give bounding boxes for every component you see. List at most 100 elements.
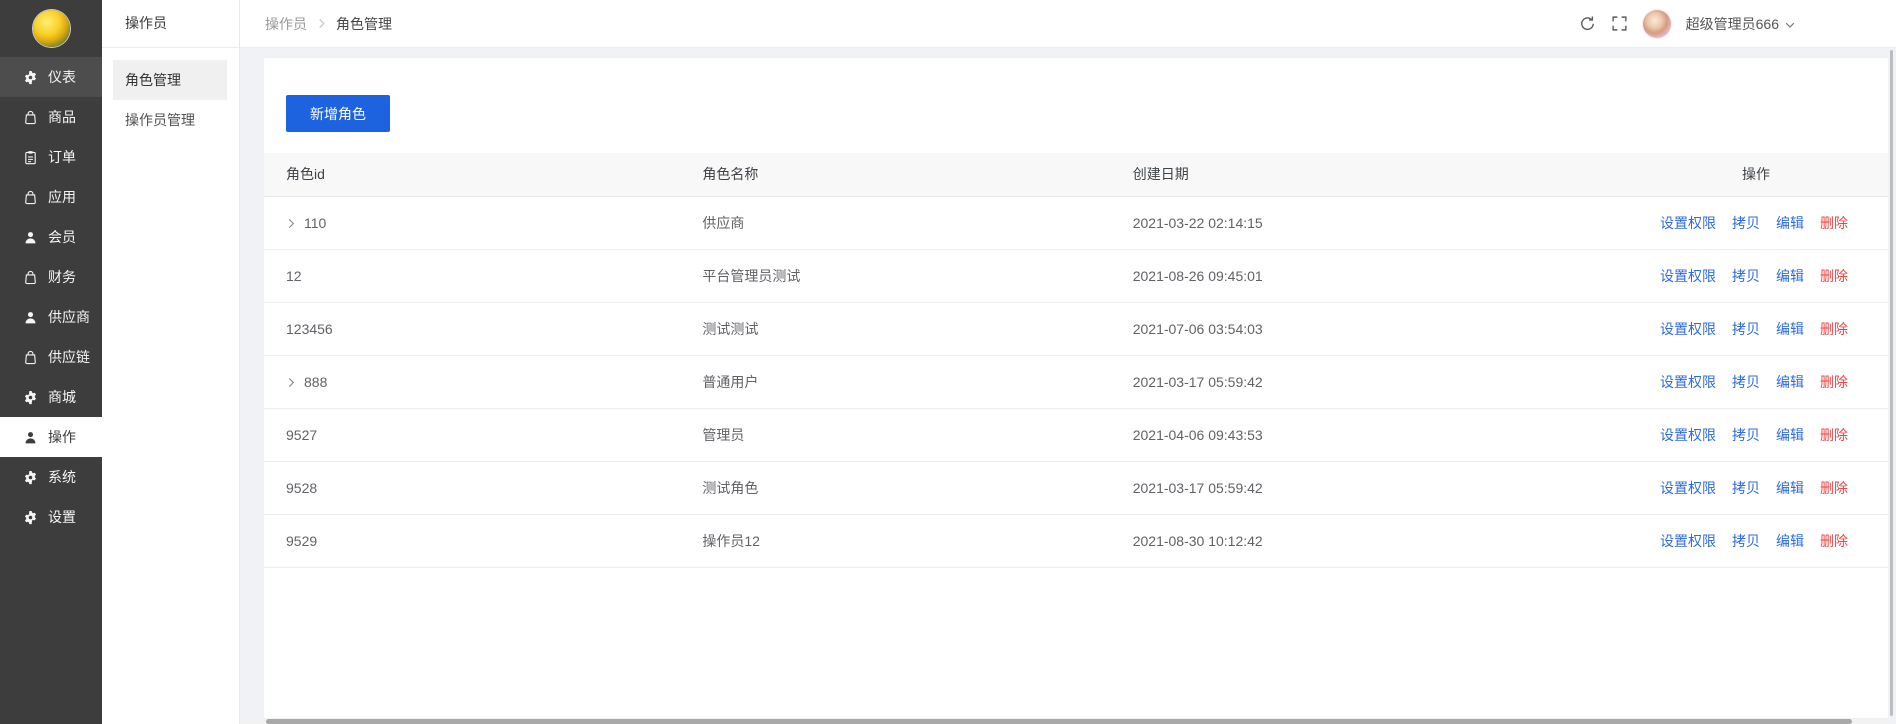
submenu-item-operator-management[interactable]: 操作员管理 bbox=[113, 100, 227, 140]
sidebar-item-dashboard[interactable]: 仪表 bbox=[0, 57, 102, 97]
sidebar-item-label: 商品 bbox=[48, 109, 76, 125]
breadcrumb-parent[interactable]: 操作员 bbox=[265, 14, 307, 34]
bag-icon bbox=[23, 350, 38, 365]
action-delete-link[interactable]: 删除 bbox=[1820, 215, 1848, 231]
sidebar-item-label: 设置 bbox=[48, 509, 76, 525]
cell-role-name: 普通用户 bbox=[694, 355, 1125, 409]
breadcrumb: 操作员 角色管理 bbox=[265, 14, 392, 34]
action-edit-link[interactable]: 编辑 bbox=[1776, 321, 1804, 337]
action-edit-link[interactable]: 编辑 bbox=[1776, 427, 1804, 443]
action-edit-link[interactable]: 编辑 bbox=[1776, 480, 1804, 496]
expand-row-icon[interactable] bbox=[286, 377, 297, 388]
column-header-role-name: 角色名称 bbox=[694, 153, 1125, 197]
sidebar-item-label: 应用 bbox=[48, 189, 76, 205]
table-row: 888 普通用户 2021-03-17 05:59:42 设置权限 拷贝 编辑 删除 bbox=[264, 355, 1888, 409]
action-edit-link[interactable]: 编辑 bbox=[1776, 533, 1804, 549]
table-row: 9527 管理员 2021-04-06 09:43:53 设置权限 拷贝 编辑 删除 bbox=[264, 408, 1888, 462]
sidebar-item-goods[interactable]: 商品 bbox=[0, 97, 102, 137]
cell-operations: 设置权限 拷贝 编辑 删除 bbox=[1563, 461, 1888, 515]
sidebar-item-operations[interactable]: 操作 bbox=[0, 417, 102, 457]
roles-table: 角色id 角色名称 创建日期 操作 110 供应商 2021-03-22 02:14:… bbox=[264, 153, 1888, 568]
gauge-icon bbox=[23, 70, 38, 85]
sidebar-item-label: 供应链 bbox=[48, 349, 90, 365]
action-copy-link[interactable]: 拷贝 bbox=[1732, 374, 1760, 390]
sidebar-item-finance[interactable]: 财务 bbox=[0, 257, 102, 297]
action-delete-link[interactable]: 删除 bbox=[1820, 268, 1848, 284]
table-row: 12 平台管理员测试 2021-08-26 09:45:01 设置权限 拷贝 编辑删… bbox=[264, 249, 1888, 303]
cell-role-id: 888 bbox=[264, 355, 695, 409]
cell-role-id: 9529 bbox=[264, 514, 695, 568]
cell-role-id: 9527 bbox=[264, 408, 695, 462]
cell-role-name: 供应商 bbox=[694, 196, 1125, 250]
sidebar-item-members[interactable]: 会员 bbox=[0, 217, 102, 257]
sidebar-item-mall[interactable]: 商城 bbox=[0, 377, 102, 417]
action-copy-link[interactable]: 拷贝 bbox=[1732, 480, 1760, 496]
cell-role-id: 123456 bbox=[264, 302, 695, 356]
cell-role-name: 测试测试 bbox=[694, 302, 1125, 356]
gear-icon bbox=[23, 390, 38, 405]
cell-operations: 设置权限 拷贝 编辑 删除 bbox=[1563, 249, 1888, 303]
action-copy-link[interactable]: 拷贝 bbox=[1732, 427, 1760, 443]
action-copy-link[interactable]: 拷贝 bbox=[1732, 215, 1760, 231]
action-set-permissions-link[interactable]: 设置权限 bbox=[1660, 215, 1716, 231]
action-delete-link[interactable]: 删除 bbox=[1820, 321, 1848, 337]
action-delete-link[interactable]: 删除 bbox=[1820, 480, 1848, 496]
user-avatar[interactable] bbox=[1642, 9, 1671, 38]
horizontal-scrollbar-thumb[interactable] bbox=[266, 719, 1852, 724]
sidebar-item-apps[interactable]: 应用 bbox=[0, 177, 102, 217]
action-delete-link[interactable]: 删除 bbox=[1820, 533, 1848, 549]
vertical-scrollbar-thumb[interactable] bbox=[1890, 50, 1893, 716]
sidebar-item-system[interactable]: 系统 bbox=[0, 457, 102, 497]
column-header-operations: 操作 bbox=[1563, 153, 1888, 197]
cell-role-id: 9528 bbox=[264, 461, 695, 515]
role-id-value: 9529 bbox=[286, 532, 318, 549]
action-copy-link[interactable]: 拷贝 bbox=[1732, 533, 1760, 549]
action-delete-link[interactable]: 删除 bbox=[1820, 427, 1848, 443]
table-body: 110 供应商 2021-03-22 02:14:15 设置权限 拷贝 编辑 删除 1… bbox=[264, 196, 1888, 568]
action-copy-link[interactable]: 拷贝 bbox=[1732, 321, 1760, 337]
user-menu[interactable]: 超级管理员666 bbox=[1686, 14, 1796, 34]
fullscreen-icon[interactable] bbox=[1611, 15, 1628, 32]
sidebar-item-label: 仪表 bbox=[48, 69, 76, 85]
add-role-button[interactable]: 新增角色 bbox=[286, 95, 390, 132]
cell-role-id: 110 bbox=[264, 196, 695, 250]
action-set-permissions-link[interactable]: 设置权限 bbox=[1660, 533, 1716, 549]
action-copy-link[interactable]: 拷贝 bbox=[1732, 268, 1760, 284]
cell-operations: 设置权限 拷贝 编辑 删除 bbox=[1563, 408, 1888, 462]
sidebar-item-settings[interactable]: 设置 bbox=[0, 497, 102, 537]
cell-role-id: 12 bbox=[264, 249, 695, 303]
action-set-permissions-link[interactable]: 设置权限 bbox=[1660, 321, 1716, 337]
app-logo[interactable] bbox=[32, 10, 70, 47]
action-edit-link[interactable]: 编辑 bbox=[1776, 215, 1804, 231]
sidebar-item-label: 供应商 bbox=[48, 309, 90, 325]
sidebar-item-suppliers[interactable]: 供应商 bbox=[0, 297, 102, 337]
gear-icon bbox=[23, 470, 38, 485]
sidebar-item-supply-chain[interactable]: 供应链 bbox=[0, 337, 102, 377]
sidebar-item-orders[interactable]: 订单 bbox=[0, 137, 102, 177]
cell-created-date: 2021-03-17 05:59:42 bbox=[1124, 355, 1564, 409]
action-edit-link[interactable]: 编辑 bbox=[1776, 268, 1804, 284]
app-root: 仪表 商品 订单 应用 会员 财务 供应商 供应链 商城 操作 系统 设置 操作… bbox=[0, 0, 1896, 724]
bag-icon bbox=[23, 190, 38, 205]
horizontal-scrollbar[interactable] bbox=[240, 719, 1888, 724]
role-id-value: 9527 bbox=[286, 426, 318, 443]
refresh-icon[interactable] bbox=[1579, 15, 1596, 32]
user-icon bbox=[23, 430, 38, 445]
action-set-permissions-link[interactable]: 设置权限 bbox=[1660, 374, 1716, 390]
column-header-created-date: 创建日期 bbox=[1124, 153, 1564, 197]
topbar-right: 超级管理员666 bbox=[1579, 9, 1796, 38]
cell-operations: 设置权限 拷贝 编辑 删除 bbox=[1563, 302, 1888, 356]
submenu-item-role-management[interactable]: 角色管理 bbox=[113, 60, 227, 100]
submenu-list: 角色管理 操作员管理 bbox=[102, 48, 239, 140]
breadcrumb-separator-icon bbox=[316, 18, 327, 29]
table-row: 123456 测试测试 2021-07-06 03:54:03 设置权限 拷贝 编辑… bbox=[264, 302, 1888, 356]
action-set-permissions-link[interactable]: 设置权限 bbox=[1660, 480, 1716, 496]
cell-created-date: 2021-08-26 09:45:01 bbox=[1124, 249, 1564, 303]
action-set-permissions-link[interactable]: 设置权限 bbox=[1660, 268, 1716, 284]
action-edit-link[interactable]: 编辑 bbox=[1776, 374, 1804, 390]
expand-row-icon[interactable] bbox=[286, 218, 297, 229]
action-delete-link[interactable]: 删除 bbox=[1820, 374, 1848, 390]
gear-icon bbox=[23, 510, 38, 525]
cell-role-name: 平台管理员测试 bbox=[694, 249, 1125, 303]
action-set-permissions-link[interactable]: 设置权限 bbox=[1660, 427, 1716, 443]
